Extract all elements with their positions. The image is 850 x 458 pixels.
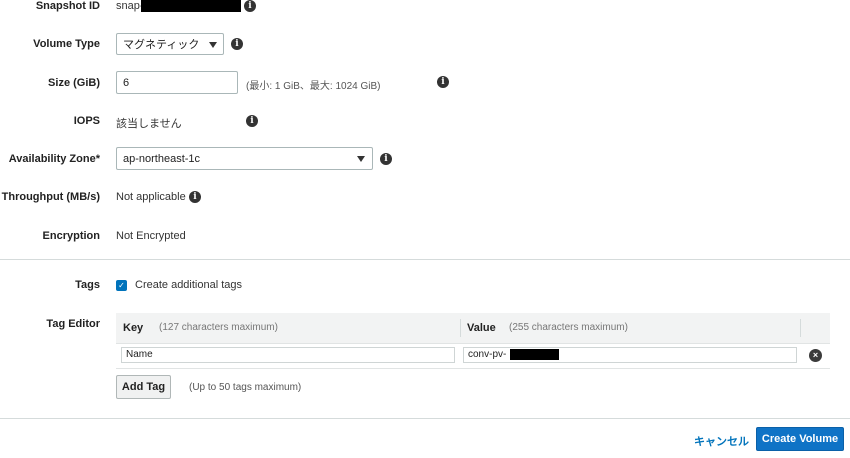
info-icon[interactable]: i xyxy=(380,153,392,165)
info-icon[interactable]: i xyxy=(189,191,201,203)
checkmark-icon: ✓ xyxy=(118,281,125,290)
add-tag-hint: (Up to 50 tags maximum) xyxy=(189,382,302,393)
add-tag-button[interactable]: Add Tag xyxy=(116,375,171,399)
availability-zone-value: ap-northeast-1c xyxy=(123,152,201,165)
volume-type-value: マグネティック xyxy=(123,39,200,51)
availability-zone-label: Availability Zone* xyxy=(8,153,100,165)
size-input-value: 6 xyxy=(123,76,130,89)
chevron-down-icon xyxy=(209,42,217,48)
size-input[interactable]: 6 xyxy=(116,71,238,94)
volume-type-select[interactable]: マグネティック xyxy=(116,33,224,55)
throughput-label: Throughput (MB/s) xyxy=(1,191,100,203)
iops-label: IOPS xyxy=(73,115,100,127)
tag-key-value: Name xyxy=(126,349,153,360)
footer-divider xyxy=(0,418,850,419)
column-separator xyxy=(800,319,801,337)
throughput-value: Not applicable xyxy=(116,191,186,203)
info-icon[interactable]: i xyxy=(231,38,243,50)
section-divider xyxy=(0,259,850,260)
info-icon[interactable]: i xyxy=(244,0,256,12)
value-column-hint: (255 characters maximum) xyxy=(509,322,628,333)
availability-zone-select[interactable]: ap-northeast-1c xyxy=(116,147,373,170)
create-tags-checkbox[interactable]: ✓ xyxy=(116,280,127,291)
cancel-button[interactable]: キャンセル xyxy=(694,433,749,449)
size-label: Size (GiB) xyxy=(48,77,100,89)
close-circle-icon[interactable]: × xyxy=(809,349,822,362)
create-volume-button[interactable]: Create Volume xyxy=(756,427,844,451)
snapshot-id-text: snap- xyxy=(116,0,144,12)
tag-key-input[interactable]: Name xyxy=(121,347,455,363)
info-icon[interactable]: i xyxy=(437,76,449,88)
info-icon[interactable]: i xyxy=(246,115,258,127)
chevron-down-icon xyxy=(357,156,365,162)
tag-editor-header: Key (127 characters maximum) Value (255 … xyxy=(116,313,830,344)
key-column-hint: (127 characters maximum) xyxy=(159,322,278,333)
snapshot-id-label: Snapshot ID xyxy=(35,0,100,12)
column-separator xyxy=(460,319,461,337)
tag-value-redaction xyxy=(510,349,559,360)
size-hint: (最小: 1 GiB、最大: 1024 GiB) xyxy=(246,81,381,92)
snapshot-id-value: snap- xyxy=(116,0,144,12)
volume-type-label: Volume Type xyxy=(33,38,100,50)
tag-editor-label: Tag Editor xyxy=(46,318,100,330)
encryption-label: Encryption xyxy=(42,230,100,242)
tag-value-text: conv-pv- xyxy=(468,349,507,360)
tag-row-divider xyxy=(116,368,830,369)
create-tags-checkbox-label[interactable]: Create additional tags xyxy=(135,279,242,291)
tags-label: Tags xyxy=(75,279,100,291)
key-column-header: Key xyxy=(123,322,144,334)
value-column-header: Value xyxy=(467,322,496,334)
snapshot-id-redaction xyxy=(141,0,241,12)
iops-value: 該当しません xyxy=(116,118,182,130)
encryption-value: Not Encrypted xyxy=(116,230,186,242)
